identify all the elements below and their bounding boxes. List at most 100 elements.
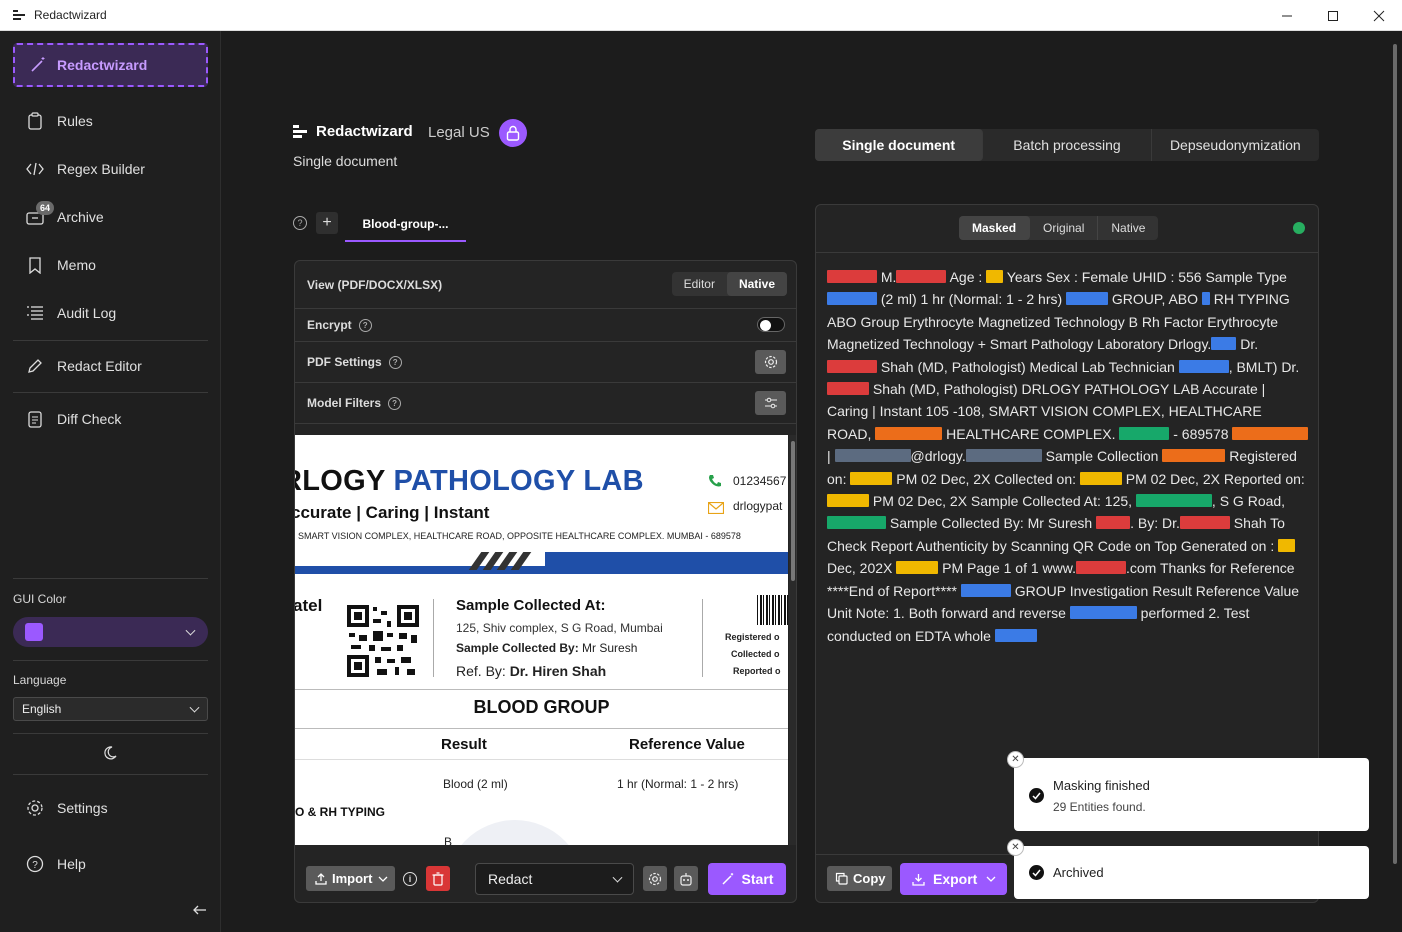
view-option-native[interactable]: Native	[726, 272, 787, 296]
view-option-masked[interactable]: Masked	[959, 216, 1031, 240]
masked-text-segment: Years Sex : Female UHID : 556 Sample Typ…	[1003, 269, 1287, 285]
model-filters-label: Model Filters?	[307, 396, 402, 410]
export-button[interactable]: Export	[900, 863, 1007, 895]
export-label: Export	[933, 871, 978, 887]
gear-icon	[648, 872, 662, 885]
tab-batch-processing[interactable]: Batch processing	[983, 129, 1152, 161]
gear-icon	[26, 799, 44, 817]
redaction-mask	[1162, 449, 1226, 463]
help-icon[interactable]: ?	[293, 216, 307, 230]
masked-text-segment: Dr.	[1236, 336, 1259, 353]
collapse-sidebar-arrow-icon[interactable]	[192, 903, 208, 917]
gui-color-select[interactable]	[13, 617, 208, 647]
document-toolbar: Import i Redact Start	[295, 856, 796, 902]
delete-button[interactable]	[426, 866, 450, 891]
redaction-mask	[1096, 516, 1131, 530]
clipboard-icon	[26, 112, 44, 130]
masked-text-segment: Dec, 202X	[827, 560, 897, 577]
sidebar-item-redact-editor[interactable]: Redact Editor	[26, 354, 142, 378]
tab-document[interactable]: Blood-group-...	[345, 208, 466, 242]
help-icon[interactable]: ?	[358, 318, 372, 332]
masked-text[interactable]: M. Age : Years Sex : Female UHID : 556 S…	[827, 266, 1309, 647]
preview-report-title: BLOOD GROUP	[473, 697, 610, 717]
preview-header-band	[295, 552, 788, 574]
redaction-mask	[1232, 426, 1309, 440]
import-button[interactable]: Import	[306, 866, 395, 891]
help-circle-icon: ?	[26, 855, 44, 873]
lock-button[interactable]	[499, 119, 527, 147]
phone-icon	[707, 473, 723, 489]
redaction-mask	[896, 270, 947, 283]
action-select[interactable]: Redact	[475, 863, 634, 895]
close-icon[interactable]: ✕	[1007, 839, 1024, 856]
redaction-mask	[827, 494, 869, 508]
preview-scrollbar[interactable]	[789, 435, 796, 845]
language-select[interactable]: English	[13, 697, 208, 721]
masked-text-segment: PM 02 Dec, 2X Reported on:	[1121, 470, 1305, 487]
add-tab-button[interactable]: +	[316, 212, 338, 234]
mail-icon	[707, 501, 725, 515]
toast-masking-finished: ✕ Masking finished 29 Entities found.	[1007, 751, 1369, 831]
start-button[interactable]: Start	[708, 863, 786, 895]
lock-icon	[506, 125, 520, 141]
info-icon[interactable]: i	[403, 872, 417, 886]
masked-text-segment: (2 ml) 1 hr (Normal: 1 - 2 hrs)	[877, 291, 1067, 308]
sidebar-divider	[13, 578, 208, 579]
masked-text-segment: |	[827, 448, 835, 465]
tab-depseudonymization[interactable]: Depseudonymization	[1152, 129, 1319, 161]
preview-address: SMART VISION COMPLEX, HEALTHCARE ROAD, O…	[298, 531, 741, 541]
view-toggle: Editor Native	[671, 272, 787, 296]
help-button[interactable]: ? Help	[26, 852, 86, 876]
masked-text-segment: - 689578	[1169, 425, 1233, 442]
view-option-editor[interactable]: Editor	[672, 272, 727, 296]
model-button[interactable]	[674, 866, 698, 891]
help-icon[interactable]: ?	[388, 396, 402, 410]
preview-row-cut: B	[444, 835, 453, 845]
encrypt-toggle[interactable]	[757, 317, 785, 332]
help-label: Help	[57, 856, 86, 872]
model-filters-row: Model Filters?	[295, 383, 796, 424]
page-title: Redactwizard	[316, 123, 413, 140]
encrypt-label: Encrypt?	[307, 318, 372, 332]
preview-sample-address: 125, Shiv complex, S G Road, Mumbai	[456, 621, 663, 635]
sidebar-item-memo[interactable]: Memo	[26, 253, 96, 277]
settings-button-small[interactable]	[643, 866, 667, 891]
theme-toggle-moon-icon[interactable]	[102, 745, 118, 761]
view-option-original[interactable]: Original	[1030, 216, 1099, 240]
copy-button[interactable]: Copy	[827, 866, 892, 891]
divider	[702, 599, 703, 677]
sidebar-item-label: Audit Log	[57, 305, 117, 321]
settings-button[interactable]: Settings	[26, 796, 108, 820]
model-filters-button[interactable]	[755, 391, 786, 415]
tab-single-document[interactable]: Single document	[815, 129, 984, 161]
close-window-button[interactable]	[1356, 0, 1402, 31]
encrypt-text: Encrypt	[307, 318, 352, 332]
sidebar-item-redactwizard[interactable]: Redactwizard	[13, 43, 208, 87]
sidebar-item-rules[interactable]: Rules	[26, 109, 93, 133]
view-option-native[interactable]: Native	[1098, 216, 1158, 240]
redaction-mask	[1201, 292, 1210, 306]
check-circle-icon	[1029, 788, 1044, 803]
minimize-button[interactable]	[1264, 0, 1310, 31]
redaction-mask	[1211, 337, 1237, 351]
pdf-settings-button[interactable]	[755, 350, 786, 374]
main-scrollbar[interactable]	[1392, 44, 1398, 864]
divider	[816, 252, 1318, 253]
preview-ref-by-value: Dr. Hiren Shah	[509, 663, 607, 679]
pdf-settings-label: PDF Settings?	[307, 355, 402, 369]
maximize-button[interactable]	[1310, 0, 1356, 31]
document-preview[interactable]: RLOGY PATHOLOGY LAB ccurate | Caring | I…	[295, 435, 788, 845]
help-icon[interactable]: ?	[388, 355, 402, 369]
redaction-mask	[834, 449, 911, 463]
sidebar-item-label: Redact Editor	[57, 358, 142, 374]
mode-tabs: Single document Batch processing Depseud…	[815, 129, 1319, 161]
close-icon[interactable]: ✕	[1007, 751, 1024, 768]
sidebar-item-regex-builder[interactable]: Regex Builder	[26, 157, 145, 181]
toast-title: Masking finished	[1053, 778, 1150, 793]
sidebar-item-diff-check[interactable]: Diff Check	[26, 407, 121, 431]
masked-text-segment: Sample Collected By: Mr Suresh	[886, 515, 1097, 532]
masked-text-segment: M.	[880, 269, 897, 285]
preview-phone: 01234567	[733, 474, 787, 488]
app-logo-icon	[13, 9, 25, 21]
sidebar-item-audit-log[interactable]: Audit Log	[26, 301, 116, 325]
